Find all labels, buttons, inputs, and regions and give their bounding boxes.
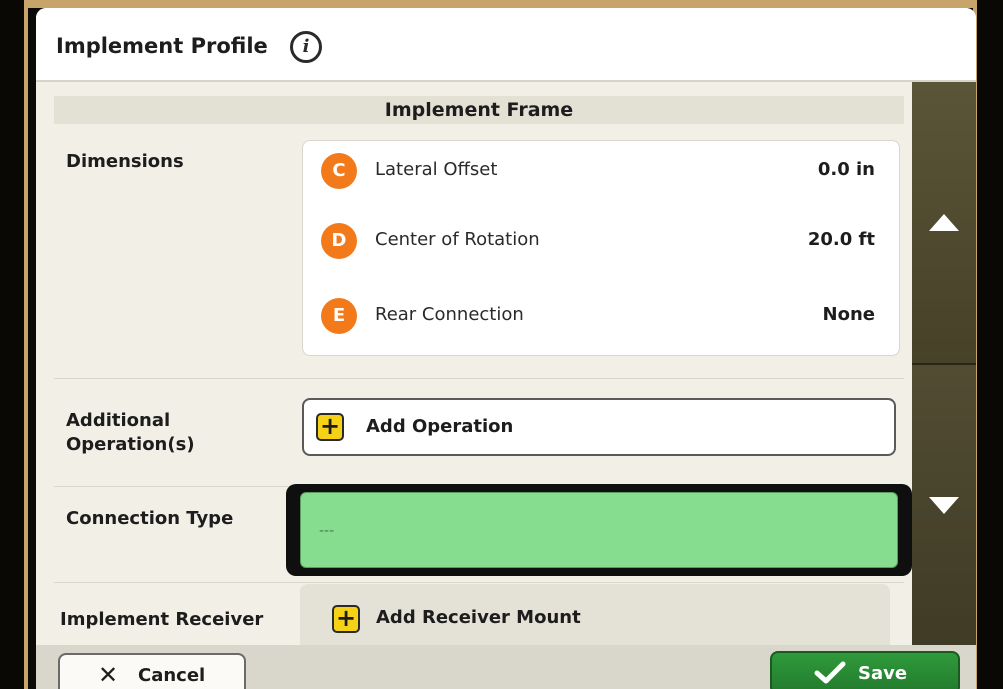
additional-operations-label: Additional Operation(s) (66, 410, 195, 455)
dimension-value: None (822, 304, 875, 325)
dimensions-label: Dimensions (66, 151, 184, 172)
dimension-row-center-of-rotation[interactable]: D Center of Rotation 20.0 ft (303, 221, 899, 261)
bezel-left (0, 0, 28, 689)
footer: ✕ Cancel Save (36, 645, 976, 689)
close-icon: ✕ (98, 661, 119, 689)
cancel-button[interactable]: ✕ Cancel (58, 653, 246, 689)
cancel-label: Cancel (138, 665, 206, 686)
divider (54, 378, 904, 379)
save-label: Save (858, 663, 908, 684)
save-button[interactable]: Save (770, 651, 960, 689)
dimension-name: Lateral Offset (375, 159, 498, 180)
add-operation-button[interactable]: + Add Operation (302, 398, 896, 456)
scrollbar (912, 82, 976, 645)
implement-receiver-label: Implement Receiver (60, 609, 264, 630)
page-title: Implement Profile (56, 34, 268, 58)
receiver-card: + Add Receiver Mount (300, 584, 890, 645)
scroll-down-button[interactable] (912, 365, 976, 645)
section-title: Implement Frame (54, 96, 904, 124)
arrow-down-icon (929, 497, 959, 514)
dimension-value: 20.0 ft (807, 229, 875, 250)
checkmark-icon (814, 661, 846, 684)
dimension-row-rear-connection[interactable]: E Rear Connection None (303, 296, 899, 336)
scroll-up-button[interactable] (912, 82, 976, 365)
header: Implement Profile i (36, 8, 976, 82)
plus-icon: + (332, 605, 360, 633)
letter-badge-c: C (321, 153, 357, 189)
info-icon[interactable]: i (290, 31, 322, 63)
divider (54, 582, 904, 583)
bezel-right (973, 0, 1003, 689)
connection-type-value: --- (319, 523, 335, 539)
connection-type-label: Connection Type (66, 508, 234, 529)
letter-badge-d: D (321, 223, 357, 259)
dimension-row-lateral-offset[interactable]: C Lateral Offset 0.0 in (303, 151, 899, 191)
connection-type-select[interactable]: --- (300, 492, 898, 568)
dimensions-card: C Lateral Offset 0.0 in D Center of Rota… (302, 140, 900, 356)
letter-badge-e: E (321, 298, 357, 334)
dimension-name: Rear Connection (375, 304, 524, 325)
add-receiver-mount-button[interactable]: + Add Receiver Mount (300, 584, 890, 645)
implement-profile-panel: Implement Profile i Implement Frame Dime… (36, 8, 976, 689)
arrow-up-icon (929, 214, 959, 231)
dimension-name: Center of Rotation (375, 229, 540, 250)
dimension-value: 0.0 in (817, 159, 875, 180)
plus-icon: + (316, 413, 344, 441)
content-area: Implement Frame Dimensions C Lateral Off… (36, 82, 912, 645)
bezel-top (24, 0, 1003, 8)
